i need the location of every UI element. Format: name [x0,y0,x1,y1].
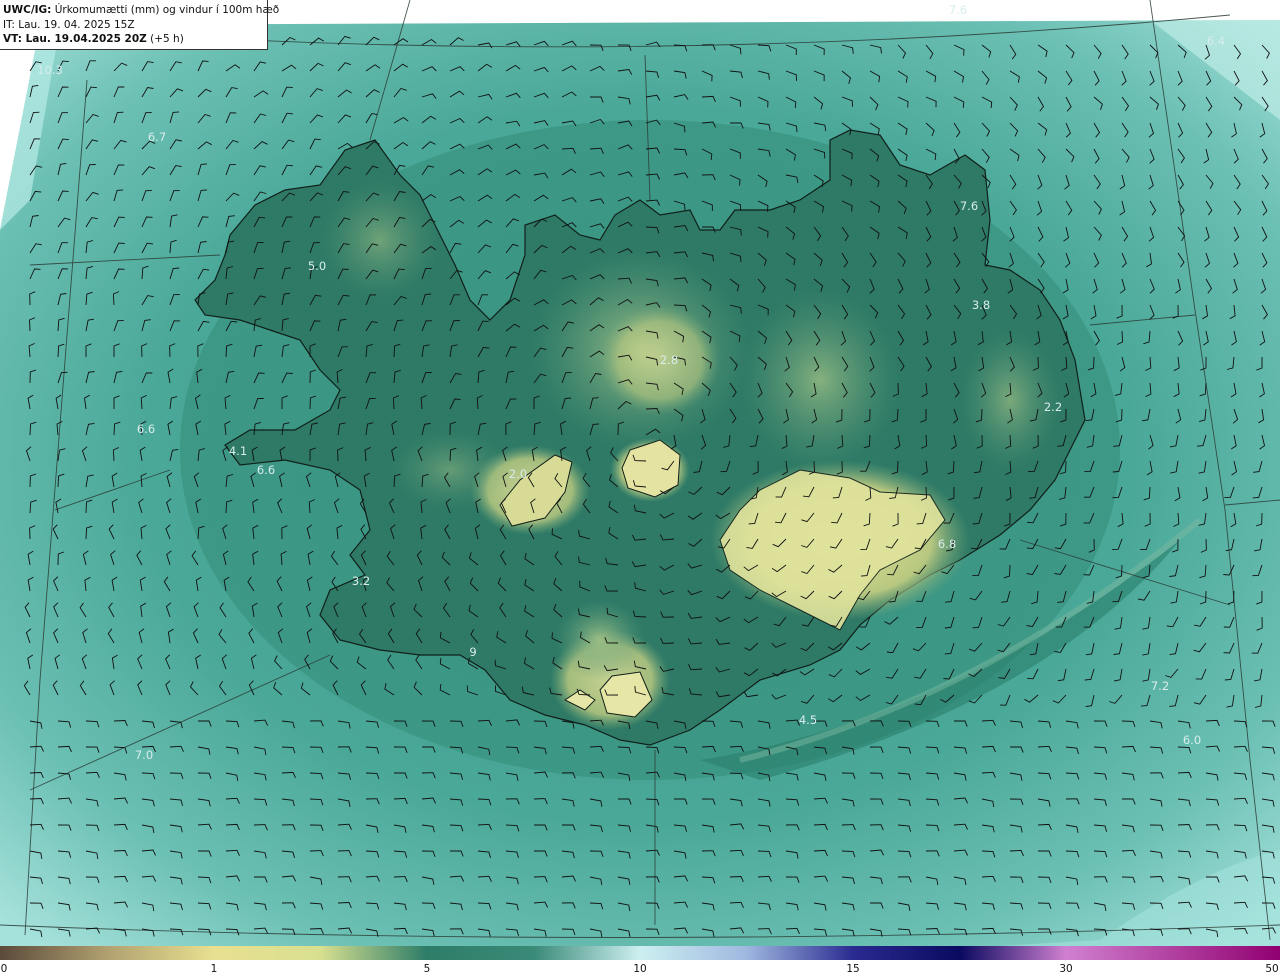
precip-value-label: 3.8 [972,298,990,312]
valid-time: VT: Lau. 19.04.2025 20Z [3,33,147,45]
precip-value-label: 10.3 [37,63,63,77]
precip-value-label: 6.4 [1207,34,1225,48]
precip-value-label: 6.0 [1183,733,1201,747]
precip-value-label: 6.6 [137,422,155,436]
precip-value-label: 7.2 [1151,679,1169,693]
precip-value-label: 5.0 [308,259,326,273]
map-title-box: UWC/IG: Úrkomumætti (mm) og vindur í 100… [0,0,279,50]
precip-value-label: 4.1 [229,444,247,458]
colorbar-tick-label: 1 [210,963,218,975]
map-title: Úrkomumætti (mm) og vindur í 100m hæð [54,4,280,16]
precip-value-label: 2.2 [1044,400,1062,414]
precip-value-label: 6.7 [148,130,166,144]
precip-value-label: 7.0 [135,748,153,762]
precipitation-map: 7.6 6.4 10.3 6.7 5.0 7.6 3.8 2.8 2.2 6.6 4.1 6.6 2.0… [0,0,1280,946]
colorbar-tick-label: 30 [1059,963,1073,975]
precip-value-label: 9 [469,645,476,659]
precip-value-label: 4.5 [799,713,817,727]
colorbar-tick-label: 50 [1265,963,1279,975]
colorbar-tick-label: 0 [0,963,8,975]
precip-value-label: 2.0 [509,467,527,481]
precip-value-label: 2.8 [660,353,678,367]
precip-value-label: 7.6 [960,199,978,213]
colorbar-tick-label: 5 [423,963,431,975]
colorbar [0,946,1280,960]
model-name: UWC/IG: [3,4,52,16]
colorbar-tick-label: 15 [846,963,860,975]
precip-value-label: 6.6 [257,463,275,477]
init-time: IT: Lau. 19. 04. 2025 15Z [3,18,135,31]
colorbar-tick-label: 10 [633,963,647,975]
lead-time: (+5 h) [150,33,184,45]
precip-value-label: 6.8 [938,537,956,551]
colorbar-ticks: 0 1 5 10 15 30 50 [0,961,1280,978]
precip-value-label: 7.6 [949,3,967,17]
precip-value-label: 3.2 [352,574,370,588]
